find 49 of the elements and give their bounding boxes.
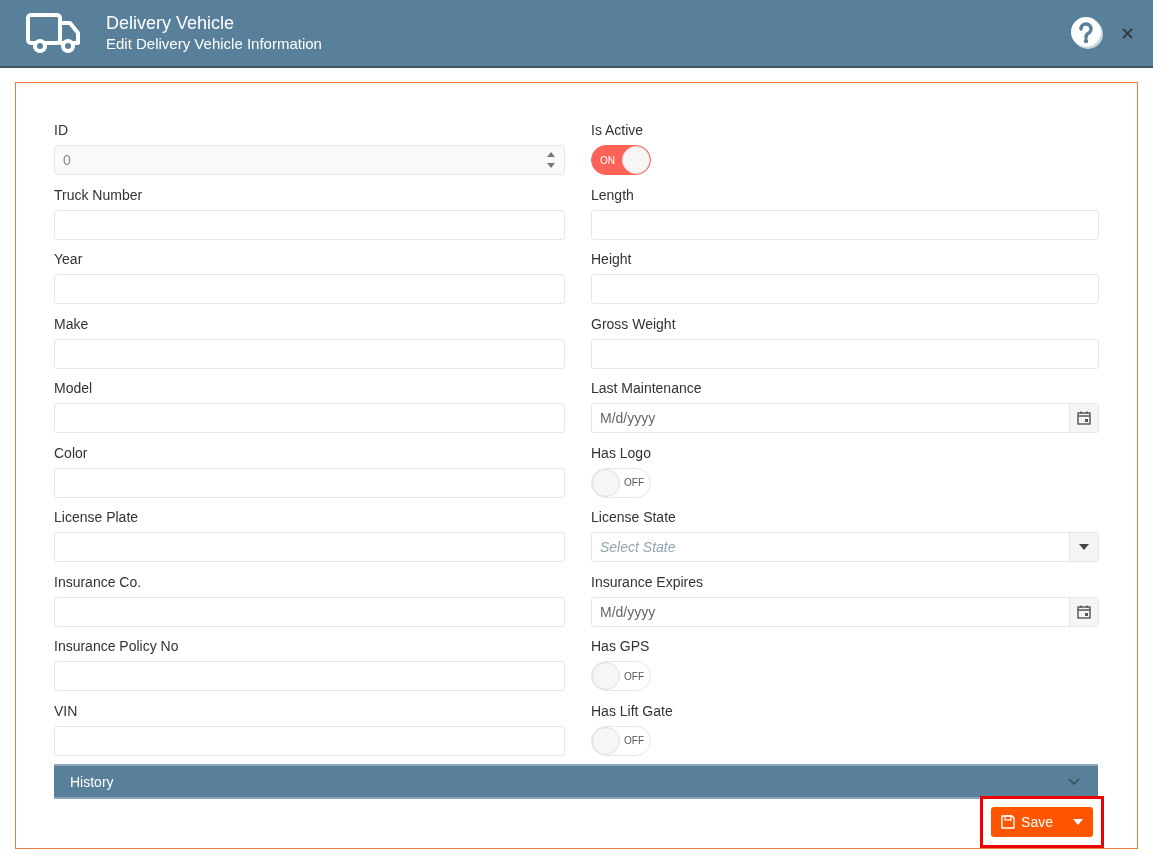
close-icon[interactable] bbox=[1122, 27, 1133, 39]
field-label: Insurance Expires bbox=[591, 572, 705, 592]
input-field[interactable] bbox=[54, 661, 565, 691]
input-field[interactable] bbox=[54, 338, 565, 369]
field-label: Year bbox=[54, 250, 84, 269]
chevron-icon[interactable] bbox=[1068, 777, 1080, 786]
field-label: Insurance Co. bbox=[54, 572, 143, 592]
field-label: Has GPS bbox=[591, 637, 651, 656]
field-label: ID bbox=[54, 121, 69, 140]
field-label: Has Lift Gate bbox=[591, 701, 674, 721]
input-field[interactable] bbox=[54, 274, 565, 304]
dialog-title: Delivery Vehicle bbox=[106, 12, 236, 34]
input-field[interactable] bbox=[54, 403, 565, 433]
truck-icon bbox=[26, 13, 82, 53]
save-button[interactable]: Save bbox=[991, 807, 1093, 837]
help-icon[interactable] bbox=[1070, 16, 1104, 50]
field-label: VIN bbox=[54, 701, 79, 721]
input-field[interactable] bbox=[54, 467, 565, 498]
calendar-icon[interactable] bbox=[1077, 411, 1091, 425]
field-label: Gross Weight bbox=[591, 314, 677, 334]
history-bar[interactable]: History bbox=[54, 764, 1098, 799]
dialog-subtitle: Edit Delivery Vehicle Information bbox=[106, 34, 323, 54]
field-label: Make bbox=[54, 314, 90, 334]
field-label: Last Maintenance bbox=[591, 379, 703, 398]
input-field[interactable] bbox=[54, 596, 565, 627]
input-field[interactable] bbox=[54, 209, 565, 240]
field-label: License Plate bbox=[54, 508, 140, 527]
input-field[interactable] bbox=[54, 725, 565, 756]
field-label: Insurance Policy No bbox=[54, 637, 180, 656]
field-label: Has Logo bbox=[591, 443, 652, 463]
numeric-field[interactable]: 0 bbox=[54, 145, 565, 175]
date-field[interactable]: M/d/yyyy bbox=[591, 596, 1099, 627]
input-field[interactable] bbox=[591, 209, 1099, 240]
field-label: License State bbox=[591, 508, 677, 527]
caret-down-icon[interactable] bbox=[1079, 544, 1089, 550]
calendar-icon[interactable] bbox=[1077, 604, 1091, 619]
field-label: Length bbox=[591, 185, 635, 205]
field-label: Height bbox=[591, 250, 633, 269]
field-label: Model bbox=[54, 379, 94, 398]
input-field[interactable] bbox=[591, 338, 1099, 369]
field-label: Is Active bbox=[591, 121, 645, 140]
toggle-switch[interactable]: OFF bbox=[591, 661, 651, 691]
field-label: Truck Number bbox=[54, 185, 144, 205]
input-field[interactable] bbox=[54, 532, 565, 562]
toggle-switch[interactable]: OFF bbox=[591, 725, 651, 756]
input-field[interactable] bbox=[591, 274, 1099, 304]
toggle-switch[interactable]: OFF bbox=[591, 467, 651, 498]
field-label: Color bbox=[54, 443, 89, 463]
date-field[interactable]: M/d/yyyy bbox=[591, 403, 1099, 433]
